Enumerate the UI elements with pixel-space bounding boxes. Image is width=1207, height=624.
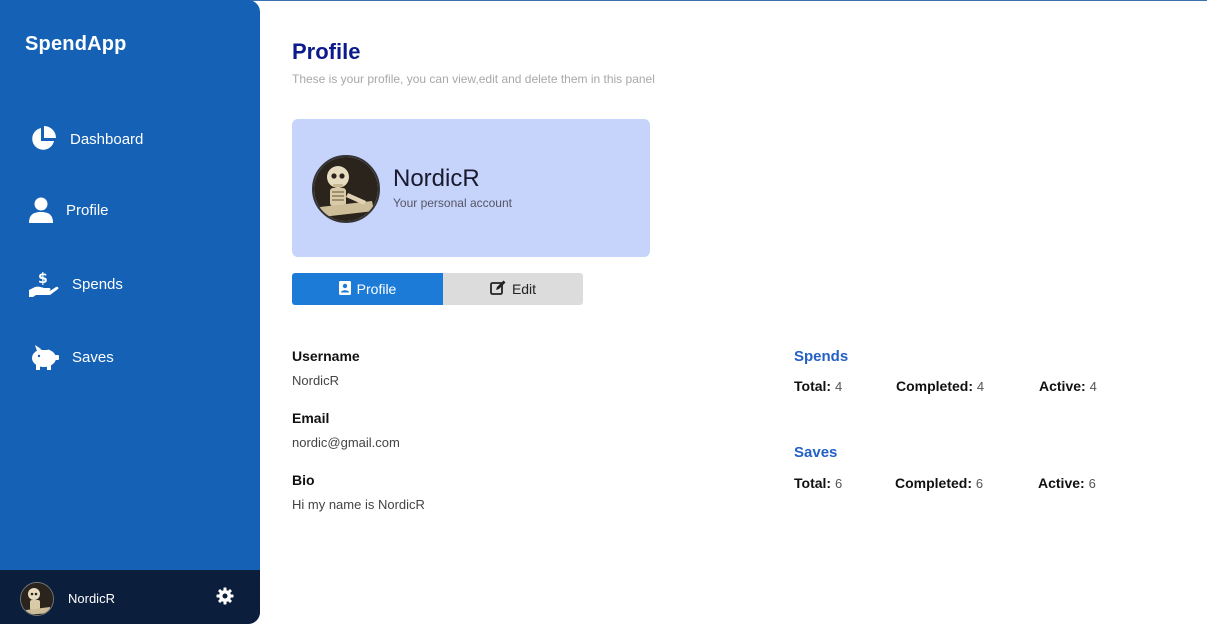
footer-username: NordicR — [68, 591, 115, 606]
contact-card-icon — [338, 280, 351, 298]
page-title: Profile — [292, 39, 361, 64]
avatar[interactable] — [20, 582, 54, 616]
pie-chart-icon — [28, 124, 58, 154]
hand-dollar-icon: $ — [28, 270, 60, 298]
username-value: NordicR — [292, 373, 339, 388]
sidebar-item-spends[interactable]: $ Spends — [28, 270, 123, 298]
app-brand: SpendApp — [25, 33, 127, 55]
tab-label: Profile — [356, 281, 397, 297]
tab-label: Edit — [511, 281, 537, 297]
sidebar-item-dashboard[interactable]: Dashboard — [28, 124, 143, 154]
profile-card-subtitle: Your personal account — [393, 196, 512, 210]
page-subtitle: These is your profile, you can view,edit… — [292, 72, 655, 86]
user-icon — [28, 196, 54, 224]
piggy-bank-icon — [28, 343, 60, 371]
profile-tabs: Profile Edit — [292, 273, 583, 305]
saves-active: Active: 6 — [1038, 475, 1096, 491]
sidebar-item-saves[interactable]: Saves — [28, 343, 114, 371]
sidebar-item-profile[interactable]: Profile — [28, 196, 109, 224]
tab-profile[interactable]: Profile — [292, 273, 443, 305]
spends-stats-title: Spends — [794, 348, 849, 365]
sidebar: SpendApp Dashboard Profile $ Spends Save… — [0, 0, 260, 624]
sidebar-item-label: Profile — [66, 201, 109, 219]
svg-text:$: $ — [38, 271, 48, 287]
spends-completed: Completed: 4 — [896, 378, 985, 394]
bio-value: Hi my name is NordicR — [292, 497, 425, 512]
saves-completed: Completed: 6 — [895, 475, 984, 491]
spends-active: Active: 4 — [1039, 378, 1097, 394]
gear-icon[interactable] — [216, 587, 234, 610]
sidebar-item-label: Dashboard — [70, 130, 144, 148]
sidebar-item-label: Spends — [72, 275, 123, 293]
email-value: nordic@gmail.com — [292, 435, 400, 450]
bio-label: Bio — [292, 472, 315, 488]
edit-icon — [490, 280, 506, 298]
username-label: Username — [292, 348, 360, 364]
profile-name: NordicR — [393, 165, 480, 192]
avatar — [312, 155, 380, 223]
saves-total: Total: 6 — [794, 475, 843, 491]
tab-edit[interactable]: Edit — [443, 273, 583, 305]
profile-card: NordicR Your personal account — [292, 119, 650, 257]
spends-total: Total: 4 — [794, 378, 843, 394]
saves-stats-title: Saves — [794, 444, 838, 461]
email-label: Email — [292, 410, 330, 426]
sidebar-item-label: Saves — [72, 348, 114, 366]
sidebar-footer: NordicR — [0, 570, 260, 624]
